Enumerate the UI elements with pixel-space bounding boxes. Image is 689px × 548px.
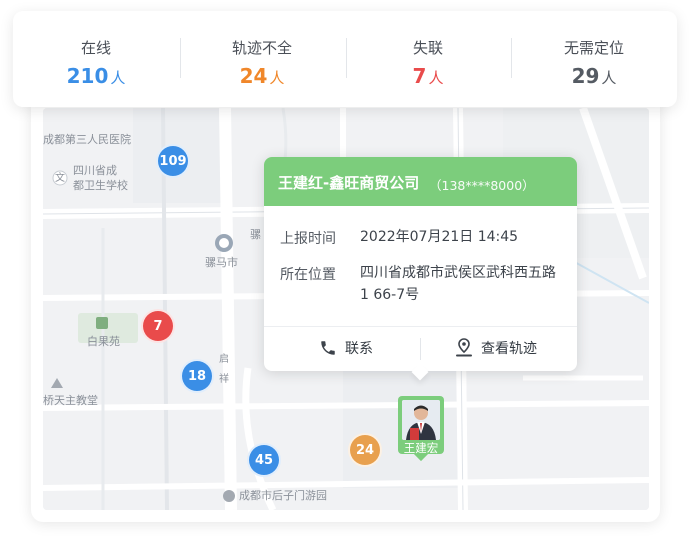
- avatar: [402, 400, 440, 440]
- popup-actions: 联系 查看轨迹: [264, 326, 577, 372]
- map-label-wen: 文: [55, 173, 65, 184]
- cluster-marker[interactable]: 109: [156, 144, 190, 178]
- stat-title: 无需定位: [563, 39, 624, 57]
- popup-phone: （138****8000）: [429, 178, 535, 193]
- stat-title: 失联: [412, 39, 443, 57]
- location-pin-icon: [456, 338, 472, 357]
- contact-button[interactable]: 联系: [319, 338, 373, 358]
- map-label-station: 骡马市: [205, 256, 238, 269]
- cluster-marker[interactable]: 24: [348, 433, 382, 467]
- map-label-road-1: 启: [219, 354, 229, 365]
- map-label-station-partial: 骡: [250, 228, 261, 241]
- stat-lost-contact[interactable]: 失联 7人: [345, 11, 511, 107]
- stat-value: 24 人: [239, 64, 285, 88]
- marker-name: 王建宏: [403, 441, 439, 455]
- map-label-road-2: 祥: [219, 374, 229, 385]
- person-photo-icon: [402, 400, 440, 440]
- contact-label: 联系: [345, 341, 373, 357]
- popup-person-name: 王建红-鑫旺商贸公司: [278, 174, 420, 192]
- stat-online[interactable]: 在线 210 人: [13, 11, 179, 107]
- stat-incomplete-track[interactable]: 轨迹不全 24 人: [179, 11, 345, 107]
- phone-icon: [321, 341, 335, 355]
- map-label-church: 桥天主教堂: [43, 394, 98, 407]
- view-track-label: 查看轨迹: [481, 341, 537, 357]
- map-label-park: 白果苑: [87, 335, 120, 348]
- location-label: 所在位置: [280, 267, 336, 283]
- stat-title: 在线: [80, 39, 111, 57]
- popup-header: 王建红-鑫旺商贸公司 （138****8000）: [264, 157, 577, 206]
- person-marker[interactable]: 王建宏: [398, 396, 444, 462]
- map-label-school-2: 都卫生学校: [73, 179, 128, 192]
- stat-value: 7人: [412, 64, 444, 88]
- actions-divider: [420, 338, 421, 360]
- view-track-button[interactable]: 查看轨迹: [455, 338, 537, 358]
- status-summary-panel: 在线 210 人 轨迹不全 24 人 失联 7人 无需定位 29 人: [13, 11, 677, 107]
- map-label-gate-park: 成都市后子门游园: [239, 489, 327, 502]
- location-value: 四川省成都市武侯区武科西五路1 66-7号: [360, 265, 556, 303]
- stat-value: 29 人: [571, 64, 617, 88]
- cluster-marker[interactable]: 7: [141, 309, 175, 343]
- stat-value: 210 人: [66, 64, 126, 88]
- stat-no-location-needed[interactable]: 无需定位 29 人: [511, 11, 677, 107]
- map-label-school-1: 四川省成: [73, 164, 117, 177]
- cluster-marker[interactable]: 45: [247, 443, 281, 477]
- report-time-label: 上报时间: [280, 231, 336, 247]
- person-info-popup: 王建红-鑫旺商贸公司 （138****8000） 上报时间 2022年07月21…: [264, 157, 577, 381]
- map-label-hospital: 成都第三人民医院: [43, 133, 131, 146]
- stat-title: 轨迹不全: [231, 39, 292, 57]
- cluster-marker[interactable]: 18: [180, 359, 214, 393]
- report-time-value: 2022年07月21日 14:45: [360, 229, 519, 245]
